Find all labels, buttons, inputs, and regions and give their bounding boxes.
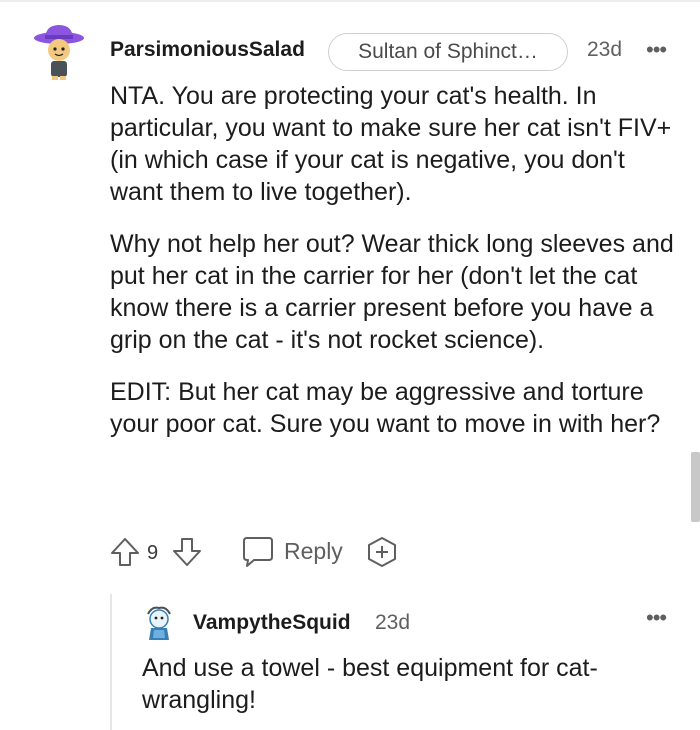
more-options-icon[interactable]: ••• <box>646 607 667 629</box>
reply-user-avatar-icon[interactable] <box>142 604 176 644</box>
award-plus-icon[interactable] <box>364 535 400 569</box>
more-options-icon[interactable]: ••• <box>646 39 667 61</box>
reply-username[interactable]: VampytheSquid <box>193 611 351 635</box>
comment-paragraph: EDIT: But her cat may be aggressive and … <box>110 378 661 438</box>
thread-line[interactable] <box>110 594 112 730</box>
reply-label: Reply <box>284 538 343 564</box>
comment-username[interactable]: ParsimoniousSalad <box>110 38 305 62</box>
comment-paragraph: NTA. You are protecting your cat's healt… <box>110 82 672 206</box>
comment-age: 23d <box>587 38 623 61</box>
comment-paragraph: Why not help her out? Wear thick long sl… <box>110 230 674 354</box>
comment-body: NTA. You are protecting your cat's healt… <box>110 80 680 460</box>
reply-age: 23d <box>375 611 411 634</box>
downvote-icon[interactable] <box>170 535 204 569</box>
user-avatar-icon[interactable] <box>33 23 85 81</box>
top-divider <box>0 0 700 2</box>
user-flair: Sultan of Sphinct… <box>328 33 568 71</box>
speech-bubble-icon <box>243 537 273 567</box>
reply-body: And use a towel - best equipment for cat… <box>142 654 598 714</box>
scrollbar-thumb[interactable] <box>691 452 700 522</box>
upvote-icon[interactable] <box>108 535 142 569</box>
vote-count: 9 <box>147 542 159 564</box>
